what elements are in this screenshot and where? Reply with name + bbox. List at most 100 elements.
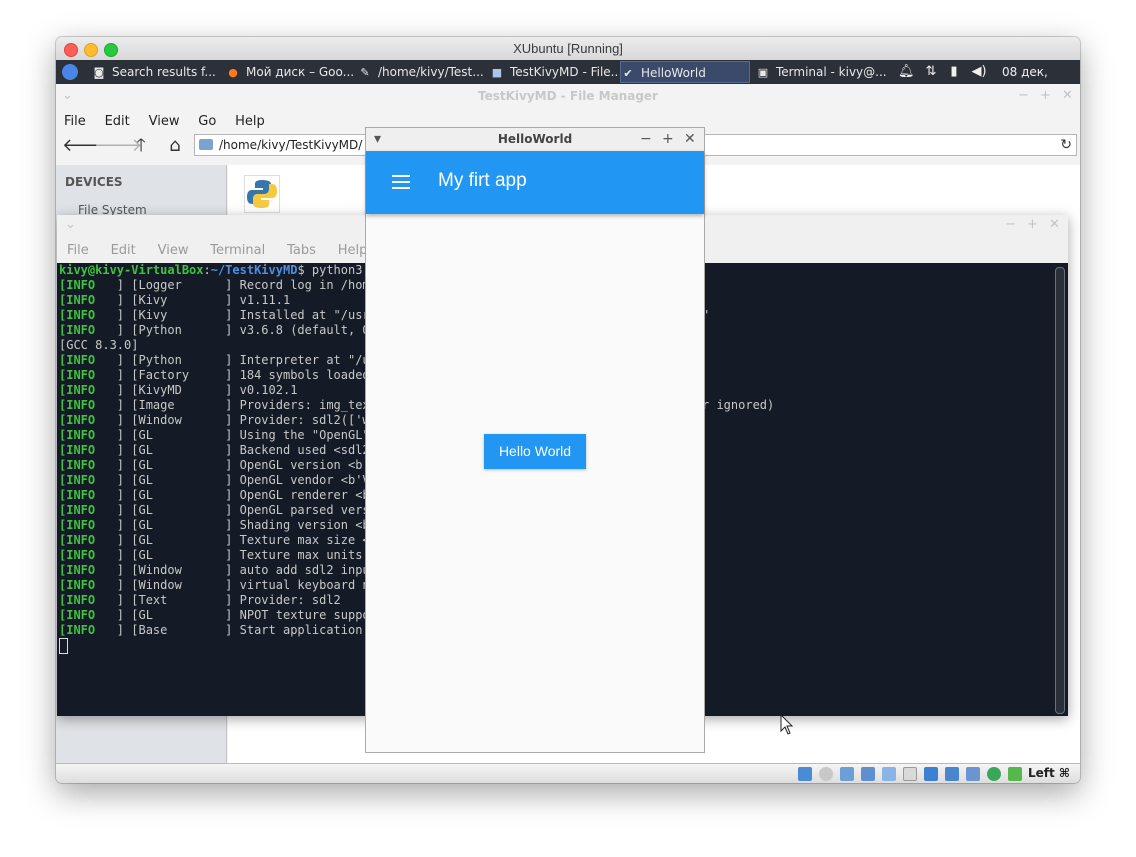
log-message: ] [GL ] OpenGL vendor <b'VM — [95, 473, 377, 487]
terminal-menu-edit[interactable]: Edit — [111, 243, 136, 258]
forward-arrow-icon[interactable]: 🡒 — [94, 134, 142, 158]
mouse-pointer-icon — [780, 714, 794, 735]
file-manager-menubar: File Edit View Go Help — [64, 114, 280, 129]
prompt-command: $ python3 m — [297, 263, 377, 277]
log-level: [INFO — [59, 398, 96, 412]
maximize-window-button[interactable] — [104, 43, 118, 57]
maximize-icon[interactable]: + — [1040, 88, 1051, 103]
hello-world-button[interactable]: Hello World — [484, 434, 586, 469]
usb-icon[interactable] — [882, 767, 896, 781]
terminal-menu-terminal[interactable]: Terminal — [210, 243, 265, 258]
python-file-icon[interactable] — [244, 175, 280, 213]
terminal-menu-help[interactable]: Help — [338, 243, 368, 258]
log-level: [INFO — [59, 383, 96, 397]
vrde-icon[interactable] — [966, 767, 980, 781]
host-key-indicator: Left ⌘ — [1028, 766, 1071, 780]
close-icon[interactable]: ✕ — [1049, 217, 1060, 232]
panel-clock[interactable]: 08 дек, 17:36 — [1002, 60, 1080, 103]
menu-edit[interactable]: Edit — [105, 114, 130, 129]
display-icon[interactable] — [924, 767, 938, 781]
terminal-scrollbar[interactable] — [1055, 267, 1065, 714]
notification-bell-icon[interactable]: 🔔︎ — [898, 63, 915, 81]
terminal-menu-file[interactable]: File — [67, 243, 89, 258]
log-level: [INFO — [59, 473, 96, 487]
back-arrow-icon[interactable]: 🡐 — [62, 134, 110, 158]
kivy-icon: ✔ — [623, 67, 633, 80]
minimize-icon[interactable]: − — [640, 128, 652, 151]
log-level: [INFO — [59, 458, 96, 472]
menu-view[interactable]: View — [149, 114, 180, 129]
log-message: ] [Python ] Interpreter at "/us — [95, 353, 377, 367]
sidebar-heading-devices: DEVICES — [65, 175, 123, 189]
log-message: ] [Logger ] Record log in /home — [95, 278, 377, 292]
video-capture-icon[interactable] — [945, 767, 959, 781]
log-message: [GCC 8.3.0] — [59, 338, 139, 352]
log-message: ] [GL ] Using the "OpenGL" — [95, 428, 370, 442]
terminal-menu-view[interactable]: View — [158, 243, 189, 258]
log-message: ] [Window ] auto add sdl2 input — [95, 563, 377, 577]
folder-icon — [199, 139, 213, 150]
prompt-user: kivy@kivy-VirtualBox — [59, 263, 204, 277]
host-title: XUbuntu [Running] — [513, 41, 623, 56]
helloworld-title-bar[interactable]: HelloWorld — [366, 128, 704, 151]
battery-icon[interactable]: ▮ — [946, 63, 962, 81]
task-firefox[interactable]: ● Мой диск – Goo... — [226, 61, 354, 83]
mouse-integration-icon[interactable] — [1008, 767, 1022, 781]
location-path: /home/kivy/TestKivyMD/ — [219, 138, 363, 152]
log-level: [INFO — [59, 443, 96, 457]
close-icon[interactable]: ✕ — [684, 128, 696, 151]
log-level: [INFO — [59, 323, 96, 337]
window-menu-icon[interactable]: ▾ — [374, 128, 381, 151]
log-level: [INFO — [59, 608, 96, 622]
menu-file[interactable]: File — [64, 114, 86, 129]
volume-icon[interactable]: ◀) — [968, 63, 990, 81]
hamburger-menu-icon[interactable] — [392, 175, 410, 189]
menu-help[interactable]: Help — [235, 114, 265, 129]
audio-icon[interactable] — [840, 767, 854, 781]
network-icon[interactable]: ⇅ — [920, 63, 942, 81]
terminal-menu-tabs[interactable]: Tabs — [287, 243, 316, 258]
terminal-icon: ▣ — [757, 66, 769, 79]
menu-go[interactable]: Go — [198, 114, 216, 129]
log-message: ] [Python ] v3.6.8 (default, Oc — [95, 323, 377, 337]
log-level: [INFO — [59, 413, 96, 427]
log-level: [INFO — [59, 278, 96, 292]
task-text-editor[interactable]: ✎/home/kivy/Test... — [358, 61, 486, 83]
home-icon[interactable]: ⌂ — [162, 134, 188, 158]
guest-additions-icon[interactable] — [987, 767, 1001, 781]
log-level: [INFO — [59, 293, 96, 307]
task-helloworld[interactable]: ✔ HelloWorld — [620, 61, 750, 83]
window-menu-icon[interactable]: ⌄ — [62, 88, 73, 103]
close-icon[interactable]: ✕ — [1062, 88, 1073, 103]
top-panel: ◙ Search results f... ● Мой диск – Goo... … — [56, 60, 1080, 103]
minimize-icon[interactable]: − — [1018, 88, 1029, 103]
close-window-button[interactable] — [64, 43, 78, 57]
log-message: ] [Base ] Start application m — [95, 623, 377, 637]
maximize-icon[interactable]: + — [1027, 217, 1038, 232]
log-level: [INFO — [59, 353, 96, 367]
task-terminal[interactable]: ▣ Terminal - kivy@... — [756, 61, 886, 83]
hard-disk-icon[interactable] — [798, 767, 812, 781]
whisker-menu-icon[interactable] — [62, 64, 78, 80]
log-level: [INFO — [59, 308, 96, 322]
task-search-results[interactable]: ◙ Search results f... — [92, 61, 220, 83]
file-manager-title[interactable]: TestKivyMD - File Manager — [56, 84, 1080, 108]
window-menu-icon[interactable]: ⌄ — [65, 217, 76, 232]
shared-folders-icon[interactable] — [903, 767, 917, 781]
minimize-icon[interactable]: − — [1005, 217, 1016, 232]
log-message: ] [Kivy ] v1.11.1 — [95, 293, 291, 307]
maximize-icon[interactable]: + — [662, 128, 674, 151]
host-title-bar[interactable]: XUbuntu [Running] — [56, 37, 1080, 60]
task-file-manager[interactable]: ■ TestKivyMD - File... — [490, 61, 618, 83]
app-toolbar: My firt app — [366, 151, 704, 214]
log-message: ] [Text ] Provider: sdl2 — [95, 593, 341, 607]
network-adapter-icon[interactable] — [861, 767, 875, 781]
helloworld-title: HelloWorld — [497, 132, 573, 146]
minimize-window-button[interactable] — [84, 43, 98, 57]
log-message: ] [GL ] NPOT texture suppor — [95, 608, 377, 622]
optical-drive-icon[interactable] — [819, 767, 833, 781]
log-level: [INFO — [59, 368, 96, 382]
log-message: ] [KivyMD ] v0.102.1 — [95, 383, 298, 397]
reload-icon[interactable]: ↻ — [1060, 135, 1072, 155]
up-arrow-icon[interactable]: 🡑 — [128, 134, 154, 158]
